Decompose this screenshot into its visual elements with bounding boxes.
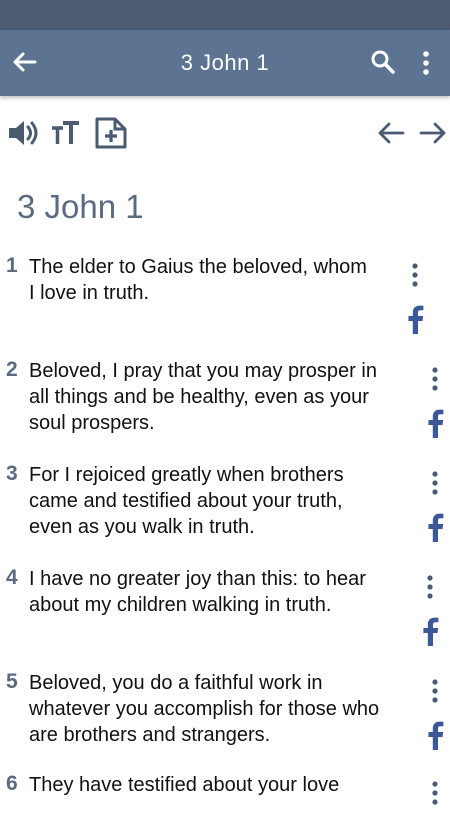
facebook-icon[interactable] <box>421 616 439 646</box>
verse-line: They have testified about your love <box>29 774 340 796</box>
verse-line: Beloved, I pray that you may prosper in <box>29 360 377 382</box>
verse-text: For I rejoiced greatly when brothers cam… <box>29 462 344 540</box>
verse-menu-icon[interactable] <box>409 262 421 290</box>
verse-line: soul prospers. <box>29 412 155 434</box>
verse-menu-icon[interactable] <box>429 366 441 394</box>
facebook-icon[interactable] <box>406 304 424 334</box>
verse-text: Beloved, I pray that you may prosper in … <box>29 358 377 436</box>
verse-number: 5 <box>6 670 18 693</box>
text-size-icon[interactable] <box>50 116 82 150</box>
verse-text: The elder to Gaius the beloved, whom I l… <box>29 254 367 306</box>
verse-menu-icon[interactable] <box>424 574 436 602</box>
status-bar <box>0 0 450 30</box>
verse-menu-icon[interactable] <box>429 780 441 808</box>
verse-number: 3 <box>6 462 18 485</box>
verse-text: Beloved, you do a faithful work in whate… <box>29 670 379 748</box>
verse-line: I love in truth. <box>29 282 150 304</box>
verse-line: whatever you accomplish for those who <box>29 698 380 720</box>
more-vertical-icon[interactable] <box>414 48 438 78</box>
add-note-icon[interactable] <box>94 116 128 150</box>
verse-menu-icon[interactable] <box>429 678 441 706</box>
verse-line: came and testified about your truth, <box>29 490 343 512</box>
verse-line: For I rejoiced greatly when brothers <box>29 464 344 486</box>
verse-text: They have testified about your love <box>29 772 339 798</box>
app-bar: 3 John 1 <box>0 30 450 96</box>
verse-line: all things and be healthy, even as your <box>29 386 369 408</box>
verse-line: Beloved, you do a faithful work in <box>29 672 323 694</box>
verse-line: I have no greater joy than this: to hear <box>29 568 366 590</box>
facebook-icon[interactable] <box>426 720 444 750</box>
verse-number: 2 <box>6 358 18 381</box>
verse-number: 6 <box>6 772 18 795</box>
next-chapter-icon[interactable] <box>418 116 448 150</box>
search-icon[interactable] <box>369 48 397 76</box>
verse-line: about my children walking in truth. <box>29 594 332 616</box>
verse-menu-icon[interactable] <box>429 470 441 498</box>
reader-toolbar <box>0 112 450 156</box>
verse-number: 1 <box>6 254 18 277</box>
facebook-icon[interactable] <box>426 512 444 542</box>
verse-line: even as you walk in truth. <box>29 516 255 538</box>
verse-text: I have no greater joy than this: to hear… <box>29 566 366 618</box>
volume-icon[interactable] <box>6 116 40 150</box>
chapter-heading: 3 John 1 <box>17 188 144 225</box>
verse-line: are brothers and strangers. <box>29 724 271 746</box>
facebook-icon[interactable] <box>426 408 444 438</box>
verse-number: 4 <box>6 566 18 589</box>
verse-line: The elder to Gaius the beloved, whom <box>29 256 367 278</box>
previous-chapter-icon[interactable] <box>376 116 406 150</box>
